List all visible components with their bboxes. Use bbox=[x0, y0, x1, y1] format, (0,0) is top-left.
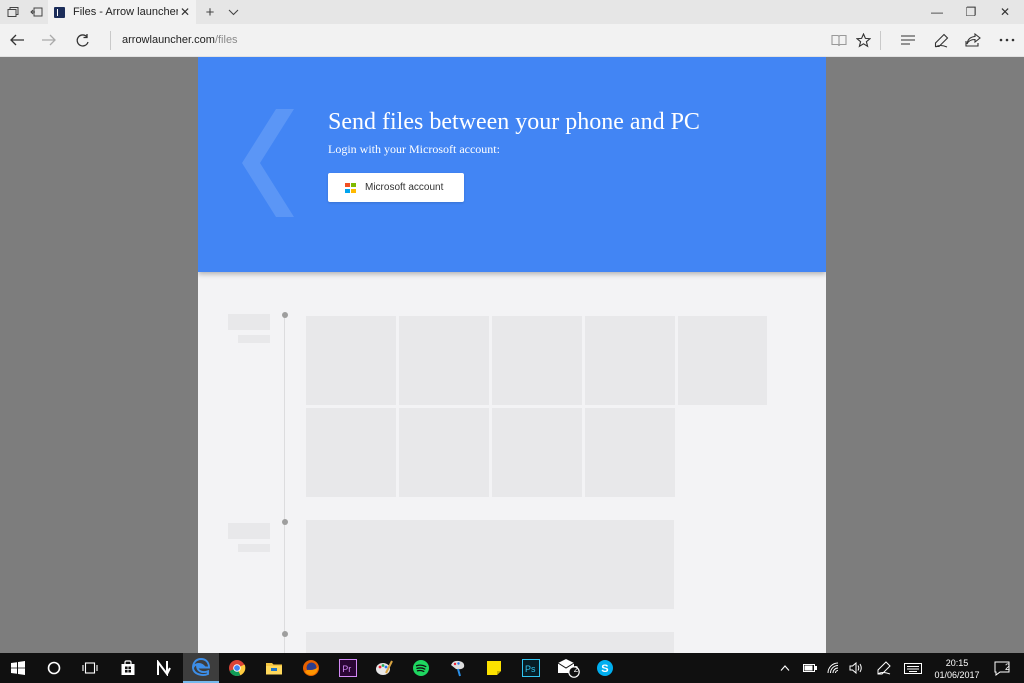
mail-badge: 2 bbox=[573, 665, 579, 674]
photoshop-icon[interactable]: Ps bbox=[513, 653, 549, 683]
toolbar-separator bbox=[880, 31, 881, 50]
volume-icon[interactable] bbox=[846, 653, 866, 683]
set-tabs-aside-icon[interactable] bbox=[28, 4, 44, 20]
file-tile-placeholder bbox=[306, 408, 396, 497]
url-path: /files bbox=[214, 34, 238, 46]
hub-icon[interactable] bbox=[898, 30, 918, 50]
cortana-icon[interactable] bbox=[36, 653, 72, 683]
tab-active[interactable]: Files - Arrow launcher ✕ bbox=[48, 0, 196, 24]
new-tab-button[interactable]: + bbox=[202, 4, 218, 21]
tab-preview-icon[interactable] bbox=[5, 4, 21, 20]
refresh-icon[interactable] bbox=[72, 30, 92, 50]
file-tile-placeholder bbox=[492, 316, 582, 405]
clock-time: 20:15 bbox=[945, 658, 969, 668]
clock-date: 01/06/2017 bbox=[934, 670, 980, 680]
premiere-icon[interactable]: Pr bbox=[330, 653, 366, 683]
notification-badge: 2 bbox=[1005, 662, 1011, 672]
more-options-icon[interactable] bbox=[997, 30, 1017, 50]
timeline-line bbox=[284, 317, 285, 653]
hero-subtitle: Login with your Microsoft account: bbox=[328, 142, 500, 156]
reading-view-icon[interactable] bbox=[829, 30, 849, 50]
date-placeholder bbox=[228, 314, 270, 330]
file-tile-placeholder bbox=[585, 408, 675, 497]
address-separator bbox=[110, 31, 111, 50]
web-note-pen-icon[interactable] bbox=[931, 30, 951, 50]
firefox-icon[interactable] bbox=[293, 653, 329, 683]
file-tile-placeholder bbox=[585, 316, 675, 405]
taskbar: Pr Ps 2 S 20:15 01/06/2017 2 bbox=[0, 653, 1024, 683]
file-block-placeholder bbox=[306, 632, 674, 653]
file-block-placeholder bbox=[306, 520, 674, 609]
chevron-down-icon[interactable] bbox=[225, 4, 241, 20]
battery-icon[interactable] bbox=[800, 653, 820, 683]
onenote-icon[interactable] bbox=[146, 653, 182, 683]
paint-3d-icon[interactable] bbox=[440, 653, 476, 683]
restore-button[interactable]: ❐ bbox=[954, 0, 988, 24]
microsoft-account-label: Microsoft account bbox=[365, 182, 444, 193]
tab-title: Files - Arrow launcher bbox=[73, 6, 178, 18]
sticky-notes-icon[interactable] bbox=[476, 653, 512, 683]
arrow-launcher-logo-icon bbox=[242, 109, 294, 217]
start-icon[interactable] bbox=[0, 653, 36, 683]
file-tile-placeholder bbox=[492, 408, 582, 497]
close-window-button[interactable]: ✕ bbox=[988, 0, 1022, 24]
date-placeholder bbox=[228, 523, 270, 539]
date-placeholder bbox=[238, 544, 270, 552]
microsoft-account-button[interactable]: Microsoft account bbox=[328, 173, 464, 202]
favorite-star-icon[interactable] bbox=[853, 30, 873, 50]
date-placeholder bbox=[238, 335, 270, 343]
paint-icon[interactable] bbox=[366, 653, 402, 683]
back-arrow-icon[interactable] bbox=[7, 30, 27, 50]
timeline-dot bbox=[282, 312, 288, 318]
edge-icon[interactable] bbox=[183, 653, 219, 683]
microsoft-logo-icon bbox=[345, 182, 356, 193]
svg-text:Ps: Ps bbox=[525, 664, 536, 674]
skype-icon[interactable]: S bbox=[587, 653, 623, 683]
address-bar[interactable]: arrowlauncher.com/files bbox=[122, 34, 238, 46]
forward-arrow-icon[interactable] bbox=[39, 30, 59, 50]
arrow-launcher-icon bbox=[54, 6, 65, 18]
file-tile-placeholder bbox=[678, 316, 767, 405]
chevron-up-icon[interactable] bbox=[776, 653, 794, 683]
svg-text:Pr: Pr bbox=[342, 664, 351, 674]
timeline-dot bbox=[282, 631, 288, 637]
file-tile-placeholder bbox=[306, 316, 396, 405]
share-icon[interactable] bbox=[963, 30, 983, 50]
hero-banner: Send files between your phone and PC Log… bbox=[198, 57, 826, 272]
hero-title: Send files between your phone and PC bbox=[328, 109, 700, 135]
keyboard-icon[interactable] bbox=[902, 653, 924, 683]
mail-icon[interactable]: 2 bbox=[550, 653, 586, 683]
timeline-dot bbox=[282, 519, 288, 525]
spotify-icon[interactable] bbox=[403, 653, 439, 683]
chrome-icon[interactable] bbox=[219, 653, 255, 683]
tab-close-icon[interactable]: ✕ bbox=[178, 5, 192, 19]
page-content: Send files between your phone and PC Log… bbox=[198, 57, 826, 653]
task-view-icon[interactable] bbox=[72, 653, 108, 683]
navigation-bar: arrowlauncher.com/files bbox=[0, 24, 1024, 57]
file-explorer-icon[interactable] bbox=[256, 653, 292, 683]
svg-text:S: S bbox=[601, 663, 608, 675]
file-tile-placeholder bbox=[399, 408, 489, 497]
url-domain: arrowlauncher.com bbox=[122, 34, 215, 46]
minimize-button[interactable]: — bbox=[920, 0, 954, 24]
action-center-icon[interactable]: 2 bbox=[992, 653, 1012, 683]
file-tile-placeholder bbox=[399, 316, 489, 405]
wifi-icon[interactable] bbox=[824, 653, 844, 683]
pen-ink-icon[interactable] bbox=[874, 653, 894, 683]
store-icon[interactable] bbox=[110, 653, 146, 683]
clock[interactable]: 20:15 01/06/2017 bbox=[928, 657, 986, 681]
title-bar: Files - Arrow launcher ✕ + — ❐ ✕ bbox=[0, 0, 1024, 24]
